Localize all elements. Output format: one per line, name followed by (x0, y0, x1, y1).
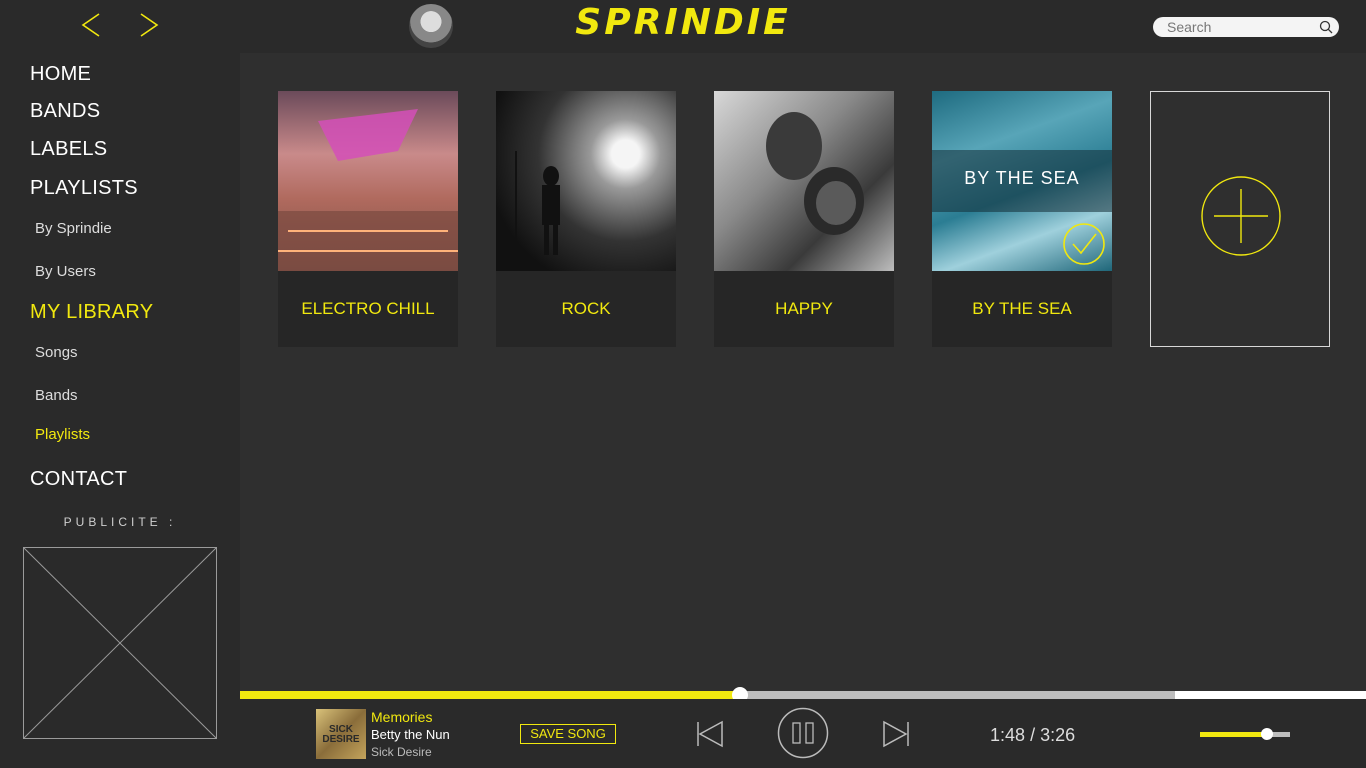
sidebar-item-playlists[interactable]: PLAYLISTS (30, 177, 138, 200)
volume-slider[interactable] (1200, 728, 1290, 740)
thumbnail-overlay-label: BY THE SEA (964, 168, 1080, 188)
ad-label: PUBLICITE : (63, 515, 177, 529)
user-avatar[interactable] (409, 4, 453, 48)
playlist-card-happy[interactable]: HAPPY (714, 91, 894, 347)
progress-buffer (1175, 691, 1366, 699)
playlist-title: ROCK (561, 299, 611, 318)
playlist-thumbnail (278, 91, 458, 271)
time-separator: / (1030, 725, 1036, 745)
sidebar-item-library-bands[interactable]: Bands (35, 387, 78, 404)
playlist-title: HAPPY (775, 299, 833, 318)
search-input[interactable] (1167, 19, 1317, 35)
sidebar-item-labels[interactable]: LABELS (30, 138, 107, 161)
playlist-card-by-the-sea[interactable]: BY THE SEA BY THE SEA (932, 91, 1112, 347)
album-cover[interactable]: SICK DESIRE (316, 709, 366, 759)
current-time: 1:48 (990, 725, 1026, 745)
previous-track-icon[interactable] (695, 719, 725, 749)
sidebar-item-by-users[interactable]: By Users (35, 263, 96, 280)
sidebar-item-contact[interactable]: CONTACT (30, 468, 127, 491)
playlist-title: ELECTRO CHILL (301, 299, 435, 318)
sidebar: HOME BANDS LABELS PLAYLISTS By Sprindie … (0, 53, 240, 768)
search-icon[interactable] (1319, 20, 1333, 34)
next-track-icon[interactable] (881, 719, 911, 749)
sidebar-item-home[interactable]: HOME (30, 63, 91, 86)
save-song-button[interactable]: SAVE SONG (520, 724, 616, 744)
volume-handle[interactable] (1260, 728, 1273, 740)
player-bar: SICK DESIRE Memories Betty the Nun Sick … (240, 699, 1366, 768)
sidebar-item-by-sprindie[interactable]: By Sprindie (35, 220, 112, 237)
add-playlist-card[interactable] (1150, 91, 1330, 347)
sidebar-item-bands[interactable]: BANDS (30, 100, 100, 123)
volume-fill (1200, 732, 1267, 737)
plus-circle-icon (1201, 176, 1281, 256)
song-title[interactable]: Memories (371, 709, 432, 725)
song-band[interactable]: Betty the Nun (371, 727, 450, 742)
playlist-thumbnail (496, 91, 676, 271)
check-circle-icon[interactable] (1062, 222, 1106, 266)
playback-time: 1:48 / 3:26 (990, 725, 1075, 746)
sidebar-item-library-playlists[interactable]: Playlists (35, 426, 90, 443)
search-box (1153, 17, 1339, 37)
total-time: 3:26 (1040, 725, 1076, 745)
playlist-thumbnail (714, 91, 894, 271)
album-cover-text: SICK DESIRE (322, 724, 360, 745)
forward-arrow-icon[interactable] (133, 10, 163, 40)
playlist-title: BY THE SEA (972, 299, 1072, 318)
progress-bar[interactable] (240, 687, 1366, 703)
top-bar: SPRINDIE (0, 0, 1366, 53)
playlist-thumbnail: BY THE SEA (932, 91, 1112, 271)
pause-icon[interactable] (777, 707, 829, 759)
progress-fill (240, 691, 741, 699)
playlist-card-electro-chill[interactable]: ELECTRO CHILL (278, 91, 458, 347)
playlist-card-rock[interactable]: ROCK (496, 91, 676, 347)
ad-placeholder[interactable] (23, 547, 217, 739)
song-album[interactable]: Sick Desire (371, 745, 432, 759)
back-arrow-icon[interactable] (77, 10, 107, 40)
sidebar-item-songs[interactable]: Songs (35, 344, 78, 361)
sidebar-item-my-library[interactable]: MY LIBRARY (30, 301, 153, 324)
